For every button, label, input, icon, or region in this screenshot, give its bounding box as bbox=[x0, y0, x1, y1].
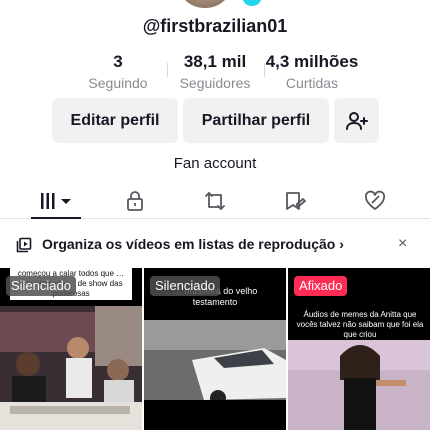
avatar-badge bbox=[240, 0, 264, 8]
tab-private[interactable] bbox=[120, 183, 150, 218]
pinned-badge: Afixado bbox=[294, 276, 348, 296]
chevron-right-icon: › bbox=[339, 236, 344, 252]
stat-likes[interactable]: 4,3 milhões Curtidas bbox=[256, 52, 368, 93]
profile-tabs bbox=[0, 183, 430, 219]
video-thumbnail bbox=[288, 340, 430, 430]
profile-bio: Fan account bbox=[173, 155, 257, 172]
video-caption: Áudios de memes da Anitta que vocês talv… bbox=[296, 310, 424, 339]
tab-liked[interactable] bbox=[360, 183, 390, 218]
likes-label: Curtidas bbox=[285, 75, 339, 91]
stat-following[interactable]: 3 Seguindo bbox=[63, 52, 173, 93]
add-person-icon bbox=[345, 111, 368, 130]
following-label: Seguindo bbox=[88, 75, 148, 91]
tab-active-indicator bbox=[31, 217, 81, 219]
profile-stats: 3 Seguindo 38,1 mil Seguidores 4,3 milhõ… bbox=[0, 52, 430, 94]
stat-followers[interactable]: 38,1 mil Seguidores bbox=[160, 52, 270, 93]
close-icon[interactable]: × bbox=[398, 235, 407, 253]
avatar[interactable] bbox=[174, 0, 236, 10]
playlist-banner-label: Organiza os vídeos em listas de reproduç… bbox=[42, 236, 336, 252]
video-tile[interactable]: começou a calar todos que … que ela seri… bbox=[0, 268, 142, 430]
muted-badge: Silenciado bbox=[150, 276, 220, 296]
video-thumbnail bbox=[144, 320, 286, 430]
likes-count: 4,3 milhões bbox=[265, 52, 359, 71]
playlist-banner-text: Organiza os vídeos em listas de reproduç… bbox=[42, 236, 344, 252]
muted-badge: Silenciado bbox=[6, 276, 76, 296]
edit-profile-button[interactable]: Editar perfil bbox=[52, 98, 178, 143]
followers-count: 38,1 mil bbox=[183, 52, 247, 71]
repost-icon bbox=[205, 191, 225, 210]
grid-icon bbox=[41, 192, 71, 209]
video-thumbnail bbox=[0, 306, 142, 430]
playlist-banner[interactable]: Organiza os vídeos em listas de reproduç… bbox=[0, 232, 430, 258]
username: @firstbrazilian01 bbox=[142, 16, 288, 36]
following-count: 3 bbox=[113, 52, 123, 71]
profile-actions: Editar perfil Partilhar perfil bbox=[0, 98, 430, 143]
tab-reposts[interactable] bbox=[200, 183, 230, 218]
video-grid: começou a calar todos que … que ela seri… bbox=[0, 268, 430, 430]
saved-icon bbox=[286, 191, 306, 210]
video-tile[interactable]: … brasileira do velho testamento Silenci… bbox=[144, 268, 286, 430]
share-profile-button[interactable]: Partilhar perfil bbox=[183, 98, 329, 143]
tab-videos[interactable] bbox=[31, 183, 81, 218]
followers-label: Seguidores bbox=[179, 75, 251, 91]
playlist-icon bbox=[16, 237, 32, 253]
add-friend-button[interactable] bbox=[334, 98, 379, 143]
video-tile[interactable]: Áudios de memes da Anitta que vocês talv… bbox=[288, 268, 430, 430]
liked-icon bbox=[364, 190, 386, 210]
lock-icon bbox=[127, 190, 143, 211]
tab-saved[interactable] bbox=[280, 183, 310, 218]
